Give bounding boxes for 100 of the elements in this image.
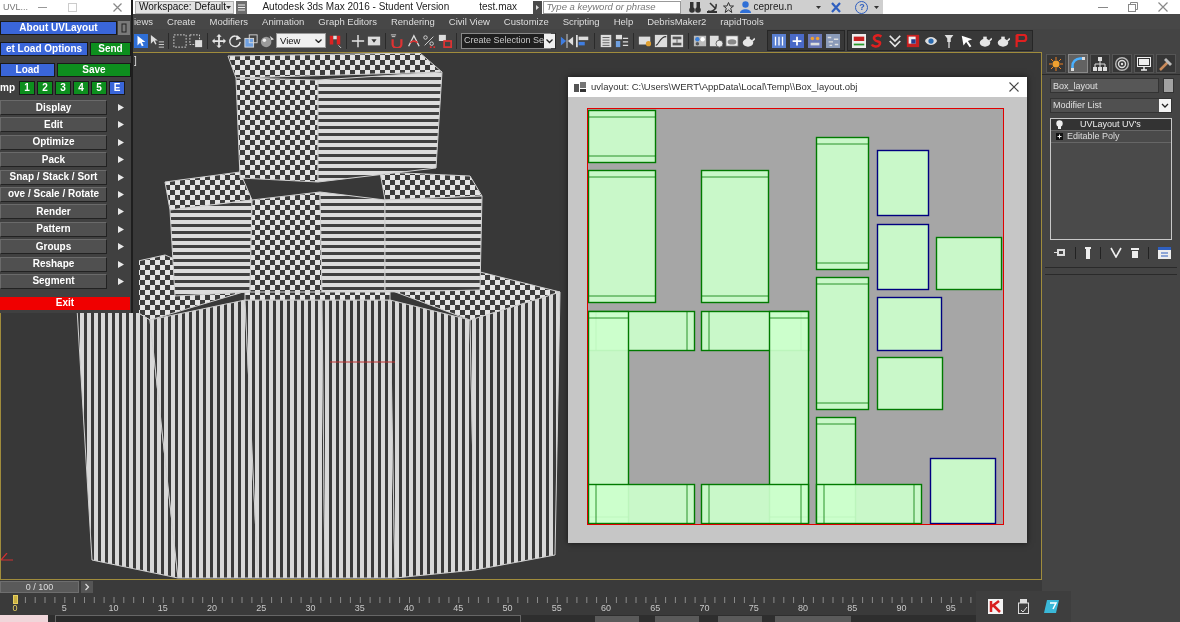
submenu-arrow-icon[interactable]: [118, 104, 124, 111]
panel-toggle-icon[interactable]: [118, 21, 130, 35]
scale-icon[interactable]: [244, 33, 258, 48]
select-object-icon[interactable]: [134, 33, 148, 48]
light-bulb-icon[interactable]: [1056, 120, 1063, 129]
menu-item[interactable]: Help: [613, 16, 634, 27]
render-setup-icon[interactable]: [709, 33, 723, 48]
menu-button[interactable]: Snap / Stack / Sort: [0, 169, 107, 185]
menu-button[interactable]: Display: [0, 100, 107, 115]
prompt-field[interactable]: [55, 615, 521, 622]
overlapping-squares-icon[interactable]: [438, 33, 452, 48]
submenu-arrow-icon[interactable]: [118, 225, 124, 233]
time-slider-track[interactable]: 0 / 100: [0, 580, 1042, 594]
menu-icon[interactable]: [236, 0, 247, 14]
search-field[interactable]: Type a keyword or phrase: [542, 0, 681, 14]
rotate-icon[interactable]: [228, 33, 242, 48]
workspace-dropdown[interactable]: Workspace: Default: [135, 0, 234, 14]
usb-drive-icon[interactable]: [1018, 599, 1029, 614]
command-panel-tab[interactable]: [1112, 54, 1132, 73]
submenu-arrow-icon[interactable]: [118, 138, 124, 146]
plugin-button[interactable]: Send: [90, 42, 131, 56]
submenu-arrow-icon[interactable]: [118, 190, 124, 198]
slot-button[interactable]: 1: [19, 81, 35, 95]
plugin-button[interactable]: Load: [0, 63, 55, 77]
material-editor-icon[interactable]: [693, 33, 707, 48]
time-slider-thumb[interactable]: 0 / 100: [0, 581, 79, 593]
user-icon[interactable]: [739, 1, 751, 13]
angle-icon[interactable]: [406, 33, 420, 48]
scene-explorer-icon[interactable]: [615, 33, 629, 48]
menu-button[interactable]: Render: [0, 204, 107, 220]
caret-down-icon[interactable]: [816, 5, 822, 9]
menu-button[interactable]: Edit: [0, 117, 107, 133]
user-name[interactable]: cepreu.n: [753, 2, 793, 12]
tube-icon[interactable]: [1085, 246, 1091, 259]
slanted-tile-icon[interactable]: [1044, 600, 1060, 613]
menu-button[interactable]: Optimize: [0, 134, 107, 150]
next-frame-icon[interactable]: [81, 581, 93, 593]
coordinate-field[interactable]: [718, 616, 762, 622]
star-icon[interactable]: [722, 1, 734, 13]
window-list-icon[interactable]: [1158, 246, 1171, 259]
object-color-swatch[interactable]: [1163, 78, 1174, 93]
texture-icon[interactable]: [852, 33, 866, 48]
noise-tile-icon[interactable]: [826, 33, 840, 48]
crosshair-icon[interactable]: [351, 33, 365, 48]
menu-item[interactable]: Graph Editors: [318, 16, 377, 27]
caret-down-icon[interactable]: [874, 5, 880, 9]
mirror-icon[interactable]: [560, 33, 574, 48]
trash-icon[interactable]: [1131, 247, 1139, 258]
cursor-icon[interactable]: [960, 33, 974, 48]
slot-button[interactable]: 4: [73, 81, 89, 95]
object-name-field[interactable]: Box_layout: [1050, 78, 1159, 93]
uv-island[interactable]: [876, 296, 943, 352]
menu-item[interactable]: rapidTools: [720, 16, 764, 27]
menu-button[interactable]: Pattern: [0, 221, 107, 237]
dots-tile-icon[interactable]: [808, 33, 822, 48]
command-panel-tab[interactable]: [1134, 54, 1154, 73]
grid-tile-icon[interactable]: [772, 33, 786, 48]
cross-logo-icon[interactable]: [831, 1, 842, 13]
plugin-button[interactable]: et Load Options: [0, 42, 88, 56]
viewport-label[interactable]: ]: [134, 56, 137, 66]
minimize-icon[interactable]: [1098, 6, 1108, 8]
submenu-arrow-icon[interactable]: [118, 260, 124, 268]
command-panel-tab[interactable]: [1156, 54, 1176, 73]
submenu-arrow-icon[interactable]: [118, 277, 124, 285]
slot-button[interactable]: E: [109, 81, 125, 95]
submenu-arrow-icon[interactable]: [118, 243, 124, 251]
exit-button[interactable]: Exit: [0, 296, 130, 310]
select-by-name-icon[interactable]: [150, 33, 164, 48]
plus-tile-icon[interactable]: [790, 33, 804, 48]
double-chevron-icon[interactable]: [888, 33, 902, 48]
square-icon[interactable]: [906, 33, 920, 48]
uv-island[interactable]: [876, 149, 930, 217]
menu-item[interactable]: Scripting: [562, 16, 600, 27]
sphere-icon[interactable]: [260, 33, 274, 48]
submenu-arrow-icon[interactable]: [118, 173, 124, 181]
plugin-button[interactable]: Save: [57, 63, 131, 77]
plug-icon[interactable]: [1054, 248, 1066, 257]
schematic-view-icon[interactable]: [670, 33, 684, 48]
layer-list-icon[interactable]: [599, 33, 613, 48]
menu-button[interactable]: Reshape: [0, 256, 107, 272]
uv-island[interactable]: [929, 457, 997, 524]
k-tile-icon[interactable]: [987, 599, 1003, 614]
uv-canvas[interactable]: [587, 108, 1004, 525]
menu-button[interactable]: Segment: [0, 273, 107, 289]
menu-item[interactable]: Rendering: [390, 16, 435, 27]
v-shape-icon[interactable]: [1110, 247, 1122, 258]
dish-icon[interactable]: [706, 1, 717, 13]
submenu-arrow-icon[interactable]: [118, 121, 124, 129]
align-icon[interactable]: [576, 33, 590, 48]
window-crossing-icon[interactable]: [189, 33, 203, 48]
coordinate-field[interactable]: [655, 616, 699, 622]
menu-button[interactable]: Pack: [0, 152, 107, 168]
command-panel-tab[interactable]: [1046, 54, 1066, 73]
modifier-stack-item[interactable]: Editable Poly: [1051, 131, 1171, 143]
coordinate-field[interactable]: [595, 616, 639, 622]
current-frame-marker[interactable]: [13, 595, 18, 604]
coordinate-field[interactable]: [775, 616, 851, 622]
menu-button[interactable]: ove / Scale / Rotate: [0, 186, 107, 202]
menu-item[interactable]: Customize: [503, 16, 549, 27]
move-icon[interactable]: [212, 33, 226, 48]
